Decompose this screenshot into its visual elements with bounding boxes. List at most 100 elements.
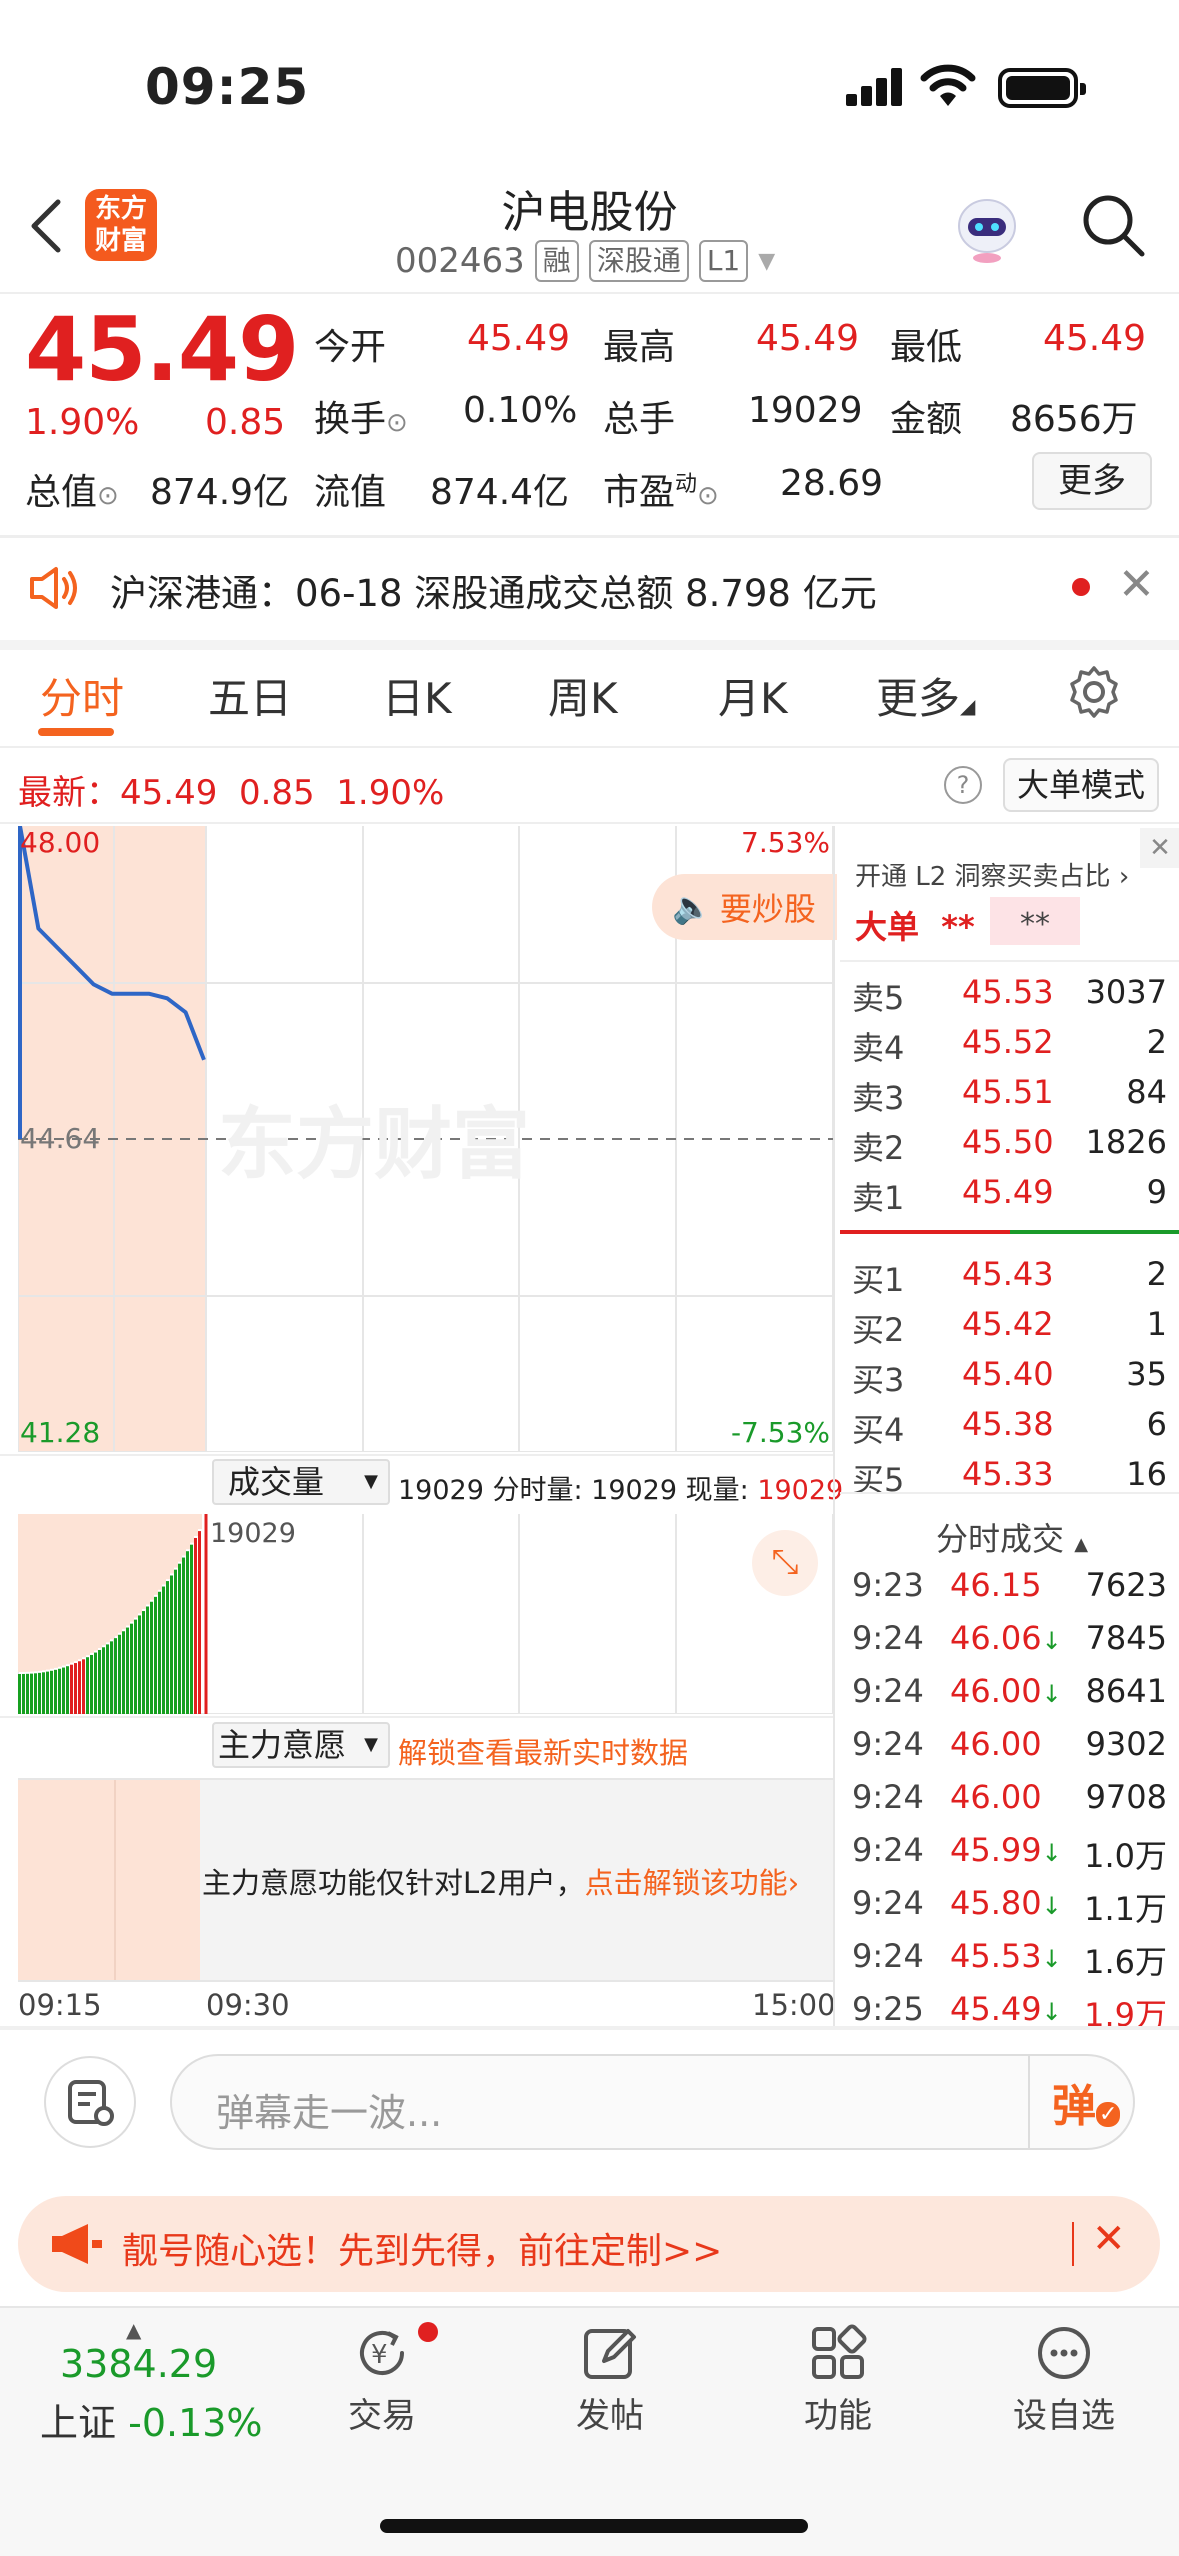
x-mid-label: 09:30	[206, 1988, 290, 2022]
trade-badge	[418, 2322, 438, 2342]
volume-bar	[50, 1670, 53, 1714]
volume-bar	[158, 1591, 161, 1714]
bid-row[interactable]: 买1 45.43 2	[852, 1255, 1167, 1299]
index-value[interactable]: 3384.29	[60, 2342, 217, 2386]
index-expand-icon[interactable]: ▲	[126, 2318, 141, 2342]
latest-quote: 最新：45.49 0.85 1.90%	[18, 773, 445, 813]
ask-row-price: 45.53	[962, 973, 1054, 1011]
bid-row[interactable]: 买4 45.38 6	[852, 1405, 1167, 1449]
ticks-title[interactable]: 分时成交 ▲	[936, 1514, 1088, 1560]
label-low: 最低	[890, 327, 963, 368]
bid-row[interactable]: 买3 45.40 35	[852, 1355, 1167, 1399]
pe-value: 28.69	[780, 463, 884, 504]
promo-text: 靓号随心选！先到先得，前往定制>>	[122, 2231, 723, 2272]
volume-bar	[146, 1606, 149, 1714]
dropdown-icon[interactable]: ▼	[758, 249, 775, 274]
tab-five-day[interactable]: 五日	[208, 665, 292, 726]
battery-icon	[998, 68, 1086, 108]
label-market-cap: 总值⊙	[25, 472, 119, 513]
label-amount: 金额	[890, 399, 963, 440]
volume-bar	[126, 1627, 129, 1714]
search-icon[interactable]	[1080, 192, 1146, 258]
tab-active-indicator	[38, 728, 114, 736]
volume-bar	[42, 1672, 45, 1714]
close-notice-icon[interactable]: ✕	[1118, 559, 1155, 610]
l2-banner[interactable]: 开通 L2 洞察买卖占比 ›	[855, 856, 1129, 893]
volume-bar	[74, 1663, 77, 1714]
bid-row-price: 45.43	[962, 1255, 1054, 1293]
bid-row-volume: 2	[1146, 1255, 1167, 1293]
x-start-label: 09:15	[18, 1988, 102, 2022]
functions-grid-icon	[812, 2324, 867, 2379]
volume-bar	[118, 1634, 121, 1714]
low-value: 45.49	[1043, 318, 1147, 359]
volume-bar	[178, 1563, 181, 1714]
ask-row-price: 45.51	[962, 1073, 1054, 1111]
tab-weekly-k[interactable]: 周K	[548, 665, 618, 726]
tick-volume: 1.6万	[1084, 1943, 1167, 1981]
l2-unlock-link[interactable]: 点击解锁该功能	[585, 1866, 788, 1900]
ask-row[interactable]: 卖4 45.52 2	[852, 1023, 1167, 1067]
speak-stock-button[interactable]: 🔈 要炒股	[652, 874, 837, 940]
unlock-link[interactable]: 解锁查看最新实时数据	[398, 1730, 688, 1772]
nav-set-watchlist[interactable]: 设自选	[984, 2318, 1144, 2437]
comment-list-icon[interactable]	[44, 2056, 136, 2148]
danmaku-input[interactable]: 弹幕走一波... 弹 ✓	[170, 2054, 1135, 2150]
speaker-small-icon: 🔈	[672, 888, 712, 926]
ask-row[interactable]: 卖5 45.53 3037	[852, 973, 1167, 1017]
index-line[interactable]: 上证 -0.13%	[40, 2392, 263, 2447]
volume-bar	[22, 1673, 25, 1714]
volume-bar	[174, 1569, 177, 1714]
settings-gear-icon[interactable]	[1066, 664, 1122, 720]
y-bot-label: 41.28	[20, 1416, 100, 1449]
big-order-mode-button[interactable]: 大单模式	[1003, 758, 1159, 812]
close-promo-icon[interactable]: ✕	[1092, 2216, 1126, 2262]
notice-bar[interactable]: 沪深港通：06-18 深股通成交总额 8.798 亿元 ✕	[0, 545, 1179, 635]
volume-bar-bg	[194, 1514, 198, 1536]
ask-row[interactable]: 卖3 45.51 84	[852, 1073, 1167, 1117]
tick-volume: 9302	[1085, 1725, 1167, 1763]
bid-row[interactable]: 买2 45.42 1	[852, 1305, 1167, 1349]
speaker-icon	[30, 567, 77, 609]
main-force-select[interactable]: 主力意愿 ▼	[212, 1722, 390, 1768]
big-order-label: 大单 **	[855, 908, 975, 946]
nav-trade[interactable]: ¥ 交易	[302, 2318, 462, 2437]
tick-volume: 7623	[1085, 1566, 1167, 1604]
ask-row[interactable]: 卖2 45.50 1826	[852, 1123, 1167, 1167]
nav-trade-label: 交易	[348, 2396, 416, 2436]
tab-more[interactable]: 更多◢	[876, 665, 975, 726]
tab-intraday[interactable]: 分时	[40, 665, 124, 726]
help-icon[interactable]: ?	[944, 766, 982, 804]
bid-row-label: 买1	[852, 1261, 905, 1299]
volume-bar	[66, 1666, 69, 1714]
more-button[interactable]: 更多	[1032, 452, 1152, 510]
volume-bar	[130, 1623, 133, 1714]
volume-bar-bg	[58, 1514, 62, 1667]
home-indicator[interactable]	[380, 2519, 808, 2533]
volume-bar	[46, 1671, 49, 1714]
turnover-value: 0.10%	[463, 390, 578, 431]
volume-bar	[122, 1631, 125, 1714]
tick-row: 9:24 46.06↓ 7845	[852, 1619, 1167, 1663]
tab-daily-k[interactable]: 日K	[382, 665, 452, 726]
tick-time: 9:24	[852, 1725, 924, 1763]
volume-select[interactable]: 成交量 ▼	[212, 1459, 390, 1505]
tick-row: 9:23 46.15 7623	[852, 1566, 1167, 1610]
bid-row-volume: 1	[1146, 1305, 1167, 1343]
robot-avatar-icon[interactable]	[950, 192, 1024, 266]
nav-post[interactable]: 发帖	[530, 2318, 690, 2437]
volume-bar-bg	[170, 1514, 174, 1574]
volume-bar-bg	[62, 1514, 66, 1666]
expand-icon[interactable]: ⤡	[752, 1530, 818, 1596]
close-l2-banner-icon[interactable]: ✕	[1140, 828, 1179, 868]
promo-banner[interactable]: 靓号随心选！先到先得，前往定制>> ✕	[18, 2196, 1160, 2292]
high-value: 45.49	[756, 318, 860, 359]
volume-bar-bg	[134, 1514, 138, 1618]
ask-row[interactable]: 卖1 45.49 9	[852, 1173, 1167, 1217]
volume-bar	[198, 1531, 201, 1714]
volume-bar	[154, 1596, 157, 1714]
tab-monthly-k[interactable]: 月K	[718, 665, 788, 726]
danmaku-send-button[interactable]: 弹 ✓	[1052, 2070, 1121, 2134]
bid-row[interactable]: 买5 45.33 16	[852, 1455, 1167, 1499]
nav-functions[interactable]: 功能	[758, 2318, 918, 2437]
